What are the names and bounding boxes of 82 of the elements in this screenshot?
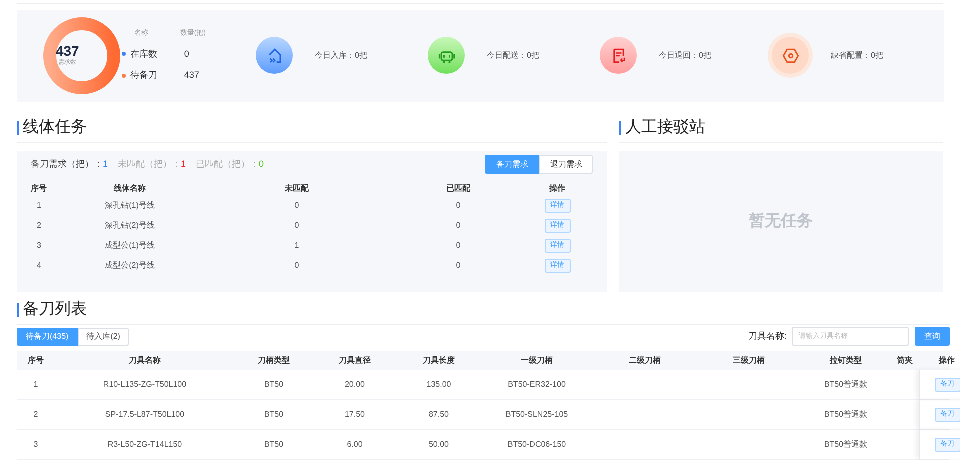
request-tab[interactable]: 退刀需求 xyxy=(539,155,594,174)
column-header: 刀具直径 xyxy=(338,354,372,366)
column-header: 刀具长度 xyxy=(422,354,456,366)
count-label: 已匹配（把）： xyxy=(196,158,260,171)
column-header: 未匹配 xyxy=(284,183,310,195)
request-tab[interactable]: 备刀需求 xyxy=(485,155,540,174)
table-cell-text: 6.00 xyxy=(346,438,364,450)
list-tab[interactable]: 待入库(2) xyxy=(78,328,130,346)
table-cell-text: 3 xyxy=(32,438,40,450)
column-header: 筒夹 xyxy=(896,354,914,366)
table-cell-text: 深孔钻(1)号线 xyxy=(104,200,156,212)
table-cell-text: 成型公(2)号线 xyxy=(104,260,156,272)
table-cell-text: BT50-SLN25-105 xyxy=(504,408,570,420)
title-accent-bar xyxy=(17,121,19,135)
column-header: 操作 xyxy=(548,183,567,195)
table-cell-text: BT50 xyxy=(263,378,285,390)
search-button[interactable]: 查询 xyxy=(915,327,950,346)
table-cell-text: 1 xyxy=(32,378,40,390)
column-header: 三级刀柄 xyxy=(732,354,766,366)
stat-label: 缺省配置：0把 xyxy=(831,50,884,62)
count-label: 备刀需求（把）： xyxy=(31,158,103,171)
section-title: 备刀列表 xyxy=(23,300,87,320)
table-cell-text: BT50普通款 xyxy=(823,408,869,420)
table-cell-text: 成型公(1)号线 xyxy=(104,240,156,252)
title-accent-bar xyxy=(17,303,19,317)
table-cell-text: R3-L50-ZG-T14L150 xyxy=(106,438,184,450)
table-cell-text: 4 xyxy=(36,260,42,272)
table-cell-text: BT50-DC06-150 xyxy=(506,438,568,450)
title-accent-bar xyxy=(619,121,622,135)
cart-icon xyxy=(428,37,465,74)
table-cell-text: BT50普通款 xyxy=(823,438,869,450)
list-tab[interactable]: 待备刀(435) xyxy=(17,328,78,346)
table-cell-text: 0 xyxy=(455,260,462,272)
count-label: 未匹配（把）： xyxy=(118,158,182,171)
table-cell-text: 50.00 xyxy=(428,438,450,450)
table-cell-text: 3 xyxy=(36,240,42,252)
table-cell-text: 0 xyxy=(294,220,300,232)
table-cell-text: 0 xyxy=(455,200,462,212)
stat-label: 今日入库：0把 xyxy=(315,50,368,62)
table-cell-text: 0 xyxy=(294,200,300,212)
legend-name: 在库数 xyxy=(130,48,158,61)
column-header: 拉钉类型 xyxy=(828,354,863,366)
table-cell-text: 20.00 xyxy=(344,378,366,390)
legend-value: 0 xyxy=(184,48,190,61)
table-cell-text: SP-17.5-L87-T50L100 xyxy=(104,408,186,420)
column-header: 已匹配 xyxy=(446,183,472,195)
table-cell-text: BT50普通款 xyxy=(823,378,869,390)
table-cell-text: 深孔钻(2)号线 xyxy=(104,220,156,232)
table-cell-text: 87.50 xyxy=(428,408,450,420)
column-header: 操作 xyxy=(938,354,956,366)
hexagon-nut-icon xyxy=(772,37,809,74)
document-return-icon xyxy=(600,37,637,74)
legend-value: 437 xyxy=(184,69,200,82)
legend-name: 待备刀 xyxy=(130,69,158,82)
table-cell-text: 0 xyxy=(455,240,462,252)
table-cell-text: 0 xyxy=(294,260,300,272)
stat-label: 今日退回：0把 xyxy=(659,50,712,62)
column-header: 刀柄类型 xyxy=(257,354,291,366)
stat-label: 今日配送：0把 xyxy=(487,50,540,62)
column-header: 序号 xyxy=(27,354,45,366)
table-cell-text: 0 xyxy=(455,220,462,232)
count-value: 0 xyxy=(259,158,264,171)
section-title: 人工接驳站 xyxy=(625,118,706,138)
table-cell-text: R10-L135-ZG-T50L100 xyxy=(102,378,188,390)
count-value: 1 xyxy=(181,158,186,171)
count-value: 1 xyxy=(103,158,108,171)
column-header: 一级刀柄 xyxy=(520,354,554,366)
table-cell-text: BT50 xyxy=(263,438,285,450)
table-cell-text: 17.50 xyxy=(344,408,366,420)
column-header: 序号 xyxy=(31,183,48,195)
column-header: 刀具名称 xyxy=(128,354,162,366)
table-cell-text: 135.00 xyxy=(426,378,452,390)
table-cell-text: BT50 xyxy=(263,408,285,420)
table-cell-text: 1 xyxy=(294,240,300,252)
section-title: 线体任务 xyxy=(23,118,87,138)
column-header: 二级刀柄 xyxy=(628,354,662,366)
table-cell-text: 1 xyxy=(36,200,42,212)
table-cell-text: 2 xyxy=(32,408,40,420)
table-cell-text: BT50-ER32-100 xyxy=(507,378,567,390)
search-label: 刀具名称: xyxy=(748,330,787,343)
column-header: 线体名称 xyxy=(113,183,147,195)
table-cell-text: 2 xyxy=(36,220,42,232)
